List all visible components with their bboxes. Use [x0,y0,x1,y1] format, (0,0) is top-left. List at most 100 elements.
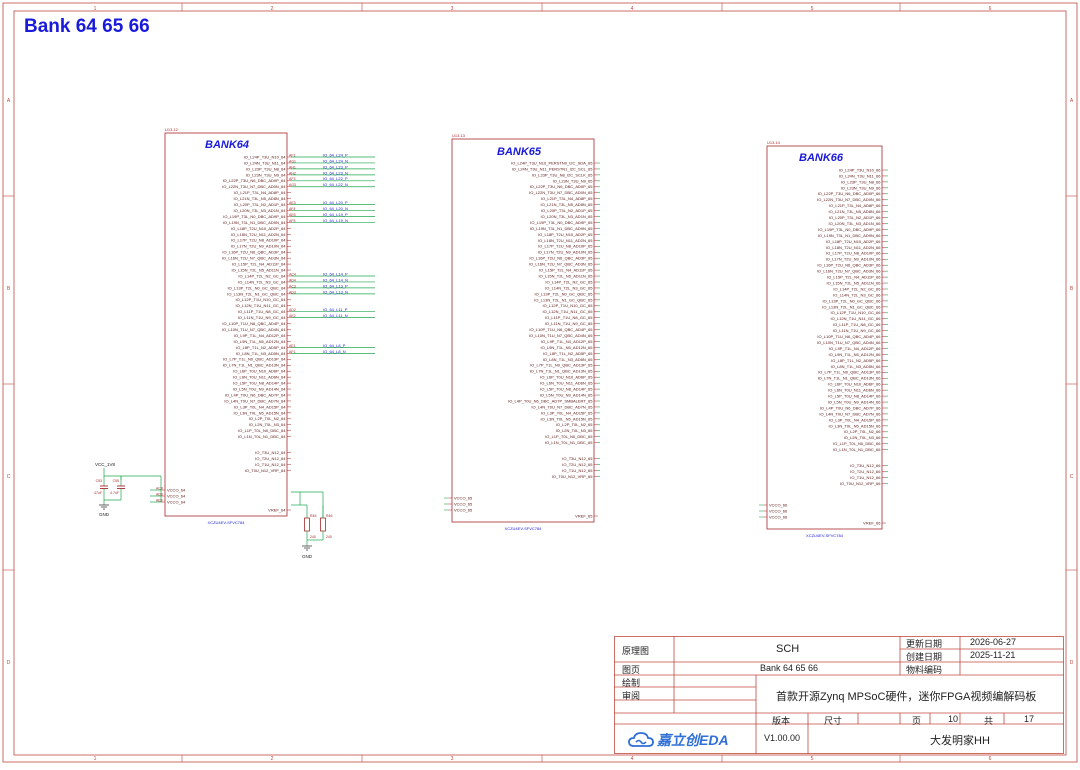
pin-label: IO_L19N_T3L_N1_DBC_AD9N_64 [223,220,286,225]
pin-label: IO_L19P_T3L_N0_DBC_AD9P_66 [818,227,881,232]
pin-number: AD2 [289,308,296,312]
pin-label: IO_L23N_T3U_N9_65 [553,178,594,183]
pin-label: IO_L16P_T2U_N6_QBC_AD3P_64 [222,250,286,255]
pin-label: IO_L1P_T0L_N0_DBC_64 [238,428,286,433]
tb-page-value: Bank 64 65 66 [760,663,819,673]
pin-label: IO_L22P_T3U_N6_DBC_AD0P_66 [818,191,882,196]
pin-number: AG3 [289,183,296,187]
pin-label: IO_L5N_T0U_N9_AD14N_64 [233,386,286,391]
pin-number: AD3 [289,290,296,294]
pin-number: AF1 [289,350,295,354]
vcco-pin-label: VCCO_66 [769,502,788,507]
pin-label: IO_L5N_T0U_N9_AD14N_66 [828,399,881,404]
pin-label: IO_L6P_T0U_N10_AD6P_65 [540,375,593,380]
pin-label: IO_L16N_T2U_N7_QBC_AD3N_66 [817,269,881,274]
pin-label: IO_T2U_N12_66 [850,469,881,474]
pin-label: IO_T1U_N12_65 [562,468,593,473]
resistor-ref: R45 [310,514,316,518]
pin-label: IO_L18P_T2U_N10_AD2P_66 [826,239,881,244]
bank64-power-circuit: VCC_1V8 AC8 AD8 AE8 C53 47uF C55 4.7uF GND R45 240… [94,462,332,559]
pin-label: IO_L18N_T2U_N11_AD2N_66 [826,245,881,250]
tb-total-label: 共 [984,716,994,726]
pin-label: IO_L6N_T0U_N11_AD6N_64 [233,375,286,380]
pin-number: AF5 [289,219,295,223]
tb-review-label: 审阅 [622,691,641,701]
pin-label: IO_L6N_T0U_N11_AD6N_65 [540,381,593,386]
title-block: 原理图 SCH 更新日期 2026-06-27 创建日期 2025-11-21 … [614,636,1064,754]
pin-label: IO_L22P_T3U_N6_DBC_AD0P_65 [530,184,594,189]
pin-number: AD4 [289,278,296,282]
ground-symbol [302,545,312,551]
pin-label: IO_L17P_T2U_N8_AD10P_66 [826,251,881,256]
pin-number: AH1 [289,165,296,169]
net-label: IO_64_L23_P [323,164,348,169]
tb-updated-value: 2026-06-27 [970,637,1017,647]
pin-label: IO_L17N_T2U_N9_AD10N_64 [231,244,287,249]
pin-label: IO_L1N_T0L_N1_DBC_65 [545,440,593,445]
pin-label: IO_L3P_T0L_N4_AD15P_65 [541,410,593,415]
pin-label: IO_L2P_T0L_N2_65 [556,422,593,427]
pin-label: IO_L19N_T3L_N1_DBC_AD9N_65 [530,226,593,231]
pin-label: IO_L24N_T3U_N11_66 [839,173,882,178]
sheet-title: Bank 64 65 66 [24,16,150,37]
vcco-pin-label: VCCO_65 [454,501,473,506]
pin-label: IO_L16P_T2U_N6_QBC_AD3P_65 [529,256,593,261]
pin-label: IO_L13N_T2L_N1_GC_QBC_66 [822,304,881,309]
frame-col-label: 5 [811,756,814,762]
pin-label: IO_L10N_T1U_N7_QBC_AD4N_64 [222,327,286,332]
frame-row-label: C [1070,474,1074,480]
pin-label: IO_L4N_T0U_N7_DBC_AD7N_64 [224,398,286,403]
pin-label: IO_L21P_T3L_N4_AD8P_66 [829,203,881,208]
tb-created-label: 创建日期 [906,652,943,662]
tb-page-num-label: 页 [912,716,922,726]
logo-text: 嘉立创EDA [657,732,729,748]
pin-label: IO_L1N_T0L_N1_DBC_64 [238,434,286,439]
pin-label: IO_L19P_T3L_N0_DBC_AD9P_64 [223,214,286,219]
pin-label: IO_L14N_T2L_N3_GC_64 [238,279,286,284]
resistor-value: 240 [310,535,316,539]
vcco-pin-number: AC8 [156,486,163,490]
vref-pin-label: VREF_65 [575,513,593,518]
pin-label: IO_L2P_T0L_N2_64 [249,416,286,421]
ic-part-number: XCZU4EV-SFVC784 [208,520,246,525]
pin-label: IO_L23P_T3U_N8_66 [841,179,881,184]
pin-label: IO_L14P_T2L_N2_GC_64 [238,273,286,278]
pin-label: IO_L9P_T1L_N4_AD12P_65 [541,339,593,344]
pin-label: IO_L7P_T1L_N0_QBC_AD13P_65 [530,363,593,368]
tb-page-num: 10 [948,714,959,724]
pin-label: IO_L10N_T1U_N7_QBC_AD4N_66 [817,340,881,345]
pin-label: IO_L20P_T3L_N2_AD1P_64 [234,202,286,207]
pin-number: AH2 [289,171,296,175]
pin-number: AF1 [289,153,295,157]
pin-label: IO_L5P_T0U_N8_AD14P_65 [540,387,593,392]
pin-label: IO_L17P_T2U_N8_AD10P_65 [538,244,593,249]
net-label: IO_64_L19_P [323,212,348,217]
vcco-pin-number: AD8 [156,492,163,496]
net-label: IO_64_L22_P [323,176,348,181]
tb-created-value: 2025-11-21 [970,650,1016,660]
pin-label: IO_L14N_T2L_N3_GC_66 [833,292,881,297]
frame-row-label: B [1070,286,1074,292]
pin-label: IO_L15P_T2L_N4_AD11P_64 [232,262,286,267]
pin-label: IO_L8N_T1L_N3_AD5N_66 [831,364,882,369]
net-label: IO_64_L11_N [323,313,348,318]
cloud-icon [628,732,654,747]
net-label: IO_64_L13_N [323,289,348,294]
pin-label: IO_L18N_T2U_N11_AD2N_65 [538,238,593,243]
pin-label: IO_L5N_T0U_N9_AD14N_65 [540,392,593,397]
pin-label: IO_L18N_T2U_N11_AD2N_64 [231,232,286,237]
pin-label: IO_L24N_T3U_N11_64 [244,160,287,165]
tb-part-no-label: 物料编码 [906,665,943,675]
pin-label: IO_L7N_T1L_N1_QBC_AD13N_66 [818,376,882,381]
ic-bank-title: BANK64 [205,139,249,151]
vref-pin-label: VREF_66 [863,520,881,525]
pin-label: IO_L11P_T1U_N8_GC_65 [545,315,593,320]
pin-label: IO_L21N_T3L_N5_AD8N_65 [540,202,593,207]
cap-ref: C55 [113,479,119,483]
frame-col-label: 3 [451,756,454,762]
pin-label: IO_L18P_T2U_N10_AD2P_65 [538,232,593,237]
pin-label: IO_L23P_T3U_N8_I2C_SCLK_65 [532,172,593,177]
pin-label: IO_L2N_T0L_N3_65 [556,428,594,433]
pin-label: IO_L8N_T1L_N3_AD5N_64 [236,351,287,356]
tb-version: V1.00.00 [764,733,801,743]
